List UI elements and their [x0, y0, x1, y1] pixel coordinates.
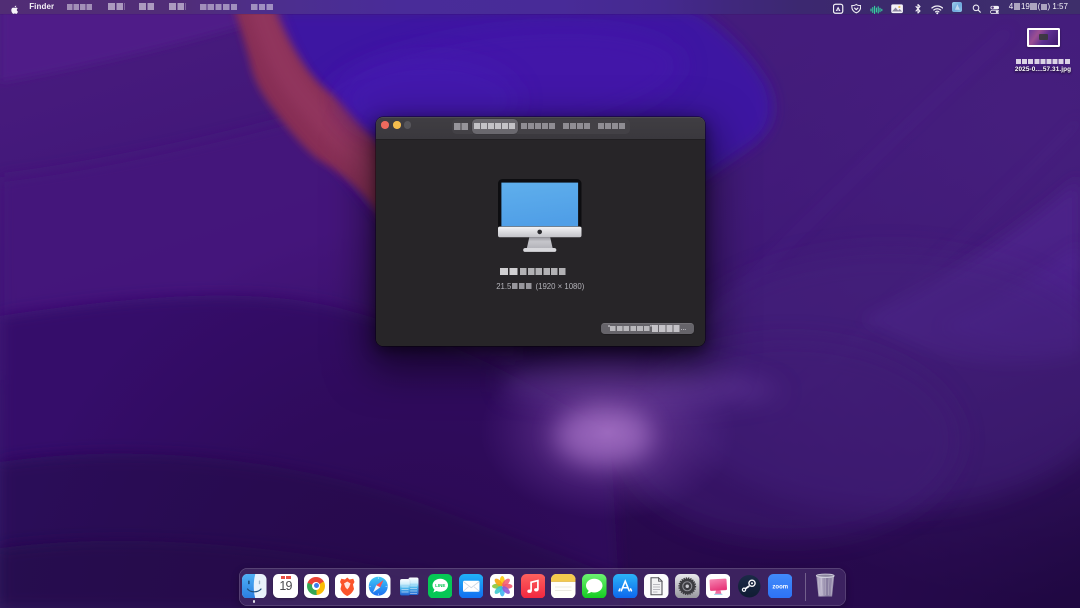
svg-text:zoom: zoom [772, 584, 788, 590]
svg-text:LINE: LINE [435, 582, 445, 587]
